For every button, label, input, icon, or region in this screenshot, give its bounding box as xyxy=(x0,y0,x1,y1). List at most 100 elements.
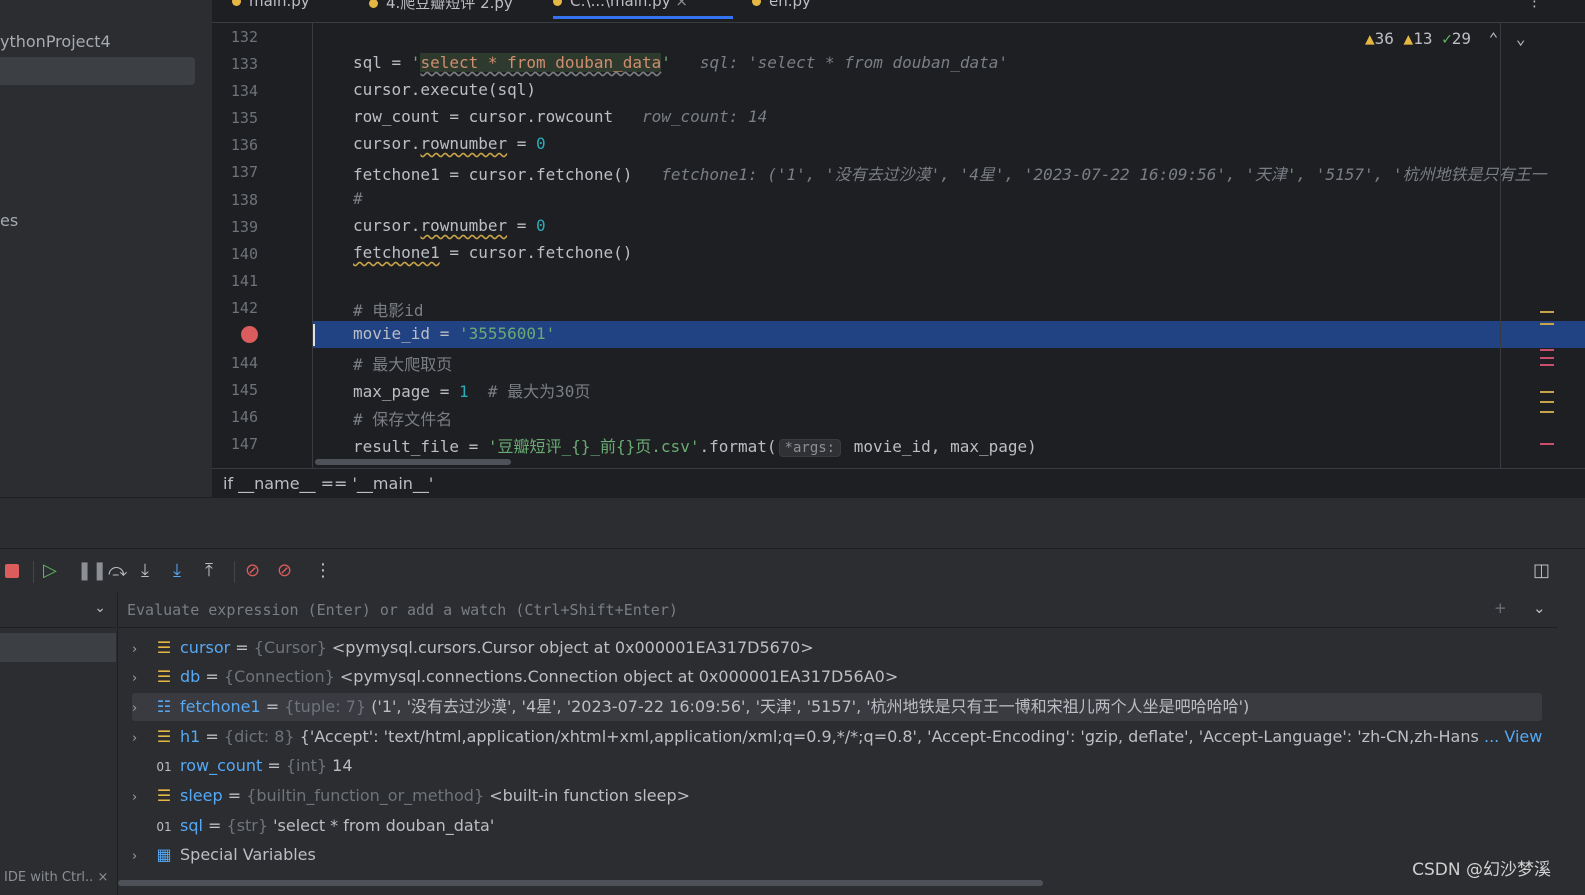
project-item[interactable]: es xyxy=(0,211,18,230)
error-stripe-mark[interactable] xyxy=(1540,443,1554,445)
line-number: 136 xyxy=(230,136,258,154)
variable-row-fetchone1[interactable]: › ☷ fetchone1 = {tuple: 7} ('1', '没有去过沙漠',… xyxy=(132,693,1542,721)
inline-value-hint: row_count: 14 xyxy=(642,107,768,126)
step-over-icon[interactable]: ⤼ xyxy=(108,561,127,581)
code-token: rownumber xyxy=(420,134,508,153)
variable-row-db[interactable]: › ☰ db = {Connection} <pymysql.connections… xyxy=(132,663,1542,691)
frames-footer-hint: IDE with Ctrl.. × xyxy=(4,870,108,885)
line-gutter[interactable]: 132 133 134 135 136 137 138 139 140 141 … xyxy=(212,23,312,468)
expand-icon[interactable]: › xyxy=(132,636,154,664)
breadcrumb-item[interactable]: if __name__ == '__main__' xyxy=(223,474,433,493)
code-token: movie_id, max_page) xyxy=(844,437,1037,456)
variable-row-sleep[interactable]: › ☰ sleep = {builtin_function_or_method} <… xyxy=(132,782,1542,810)
close-icon[interactable]: × xyxy=(97,870,108,885)
stop-icon[interactable] xyxy=(5,564,19,578)
line-number: 134 xyxy=(230,82,258,100)
variable-row-row-count[interactable]: 01 row_count = {int} 14 xyxy=(132,752,1542,780)
weak-warning-icon: ▲ xyxy=(1403,29,1414,48)
editor-horizontal-scrollbar[interactable] xyxy=(315,459,511,465)
number-icon: 01 xyxy=(156,760,172,774)
error-stripe-mark[interactable] xyxy=(1540,311,1554,313)
list-icon: ☷ xyxy=(156,697,172,716)
view-breakpoints-icon[interactable]: ⊘ xyxy=(245,561,260,581)
resume-icon[interactable]: ▷ xyxy=(43,561,57,581)
tab-main-py[interactable]: main.py xyxy=(232,0,310,16)
code-token: rownumber xyxy=(420,216,508,235)
code-line-143: movie_id = '35556001' xyxy=(353,324,555,343)
error-stripe-mark[interactable] xyxy=(1540,323,1554,325)
project-selected-item[interactable] xyxy=(0,57,195,85)
code-token: = cursor.fetchone() xyxy=(439,243,633,262)
frame-selected[interactable] xyxy=(0,633,116,662)
error-stripe-mark[interactable] xyxy=(1540,349,1554,351)
expand-icon[interactable]: › xyxy=(132,784,154,812)
breakpoint-icon[interactable] xyxy=(241,326,258,343)
code-editor[interactable]: 132 133 134 135 136 137 138 139 140 141 … xyxy=(212,23,1585,468)
right-margin-guide xyxy=(1500,23,1501,468)
expand-icon[interactable]: › xyxy=(132,725,154,751)
project-name[interactable]: ythonProject4 xyxy=(0,32,111,51)
object-icon: ☰ xyxy=(156,638,172,657)
inspection-widget[interactable]: ▲36 ▲13 ✓29 ⌃ ⌄ xyxy=(1365,29,1526,48)
python-file-icon xyxy=(752,0,761,6)
code-token: max_page = xyxy=(353,382,459,401)
variable-type: {str} xyxy=(226,816,269,835)
expand-icon[interactable]: › xyxy=(132,843,154,871)
prev-highlight-icon[interactable]: ⌃ xyxy=(1489,29,1499,48)
thread-selector[interactable]: ⌄ xyxy=(0,593,116,628)
ok-count: 29 xyxy=(1451,29,1471,48)
variable-row-h1[interactable]: › ☰ h1 = {dict: 8} {'Accept': 'text/html,a… xyxy=(132,723,1542,751)
pause-icon[interactable]: ❚❚ xyxy=(77,561,107,581)
variable-type: {Connection} xyxy=(223,667,335,686)
code-token: cursor. xyxy=(353,134,421,153)
object-icon: ☰ xyxy=(156,667,172,686)
code-token: 0 xyxy=(536,216,546,235)
code-line-137: fetchone1 = cursor.fetchone() fetchone1:… xyxy=(353,161,1547,185)
code-line-145: max_page = 1 # 最大为30页 xyxy=(353,378,590,402)
frames-footer-text: IDE with Ctrl.. xyxy=(4,870,94,885)
variable-value: {'Accept': 'text/html,application/xhtml+… xyxy=(299,727,1542,746)
chevron-down-icon[interactable]: ⌄ xyxy=(94,600,106,616)
variable-row-sql[interactable]: 01 sql = {str} 'select * from douban_data… xyxy=(132,812,1542,840)
code-token: sql = xyxy=(353,53,411,72)
tab-active-main-py[interactable]: C:\...\main.py × xyxy=(553,0,733,19)
step-into-my-code-icon[interactable]: ⤓ xyxy=(173,561,181,581)
error-stripe-mark[interactable] xyxy=(1540,411,1554,413)
mute-breakpoints-icon[interactable]: ⊘ xyxy=(277,561,292,581)
next-highlight-icon[interactable]: ⌄ xyxy=(1516,29,1526,48)
evaluate-expression-input[interactable] xyxy=(118,593,1487,627)
error-stripe-mark[interactable] xyxy=(1540,364,1554,366)
variable-value: <pymysql.cursors.Cursor object at 0x0000… xyxy=(331,638,814,657)
chevron-down-icon[interactable]: ⌄ xyxy=(1533,599,1546,617)
code-line-144: # 最大爬取页 xyxy=(353,355,453,374)
tab-label: 4.爬豆瓣短评 2.py xyxy=(386,0,513,12)
object-icon: ☰ xyxy=(156,786,172,805)
step-into-icon[interactable]: ⤓ xyxy=(141,561,149,581)
close-icon[interactable]: × xyxy=(675,0,688,10)
variable-type: {builtin_function_or_method} xyxy=(246,786,485,805)
breadcrumb[interactable]: if __name__ == '__main__' xyxy=(212,468,1585,498)
error-stripe-mark[interactable] xyxy=(1540,391,1554,393)
expand-icon[interactable]: › xyxy=(132,665,154,693)
more-actions-icon[interactable]: ⋮ xyxy=(314,561,332,581)
editor-tabs: main.py 4.爬豆瓣短评 2.py C:\...\main.py × en… xyxy=(212,0,1585,23)
code-token: '豆瓣短评_{}_前{}页.csv' xyxy=(487,437,700,456)
error-stripe-mark[interactable] xyxy=(1540,401,1554,403)
tab-douban-script[interactable]: 4.爬豆瓣短评 2.py xyxy=(369,0,513,16)
step-out-icon[interactable]: ⤒ xyxy=(205,561,213,581)
variables-horizontal-scrollbar[interactable] xyxy=(118,880,1043,886)
tab-en-py[interactable]: en.py xyxy=(752,0,811,16)
code-area[interactable]: sql = 'select * from douban_data' sql: '… xyxy=(312,23,1547,468)
line-number: 139 xyxy=(230,218,258,236)
error-stripe-mark[interactable] xyxy=(1540,357,1554,359)
more-tabs-icon[interactable]: ⋮ xyxy=(1527,0,1542,16)
add-watch-icon[interactable]: + xyxy=(1494,599,1507,617)
variable-name: row_count xyxy=(180,756,263,775)
variable-row-special[interactable]: › ▦ Special Variables xyxy=(132,841,1542,869)
view-link[interactable]: ... View xyxy=(1480,723,1543,751)
expand-icon[interactable]: › xyxy=(132,695,154,723)
variable-row-cursor[interactable]: › ☰ cursor = {Cursor} <pymysql.cursors.Cur… xyxy=(132,634,1542,662)
code-token: = xyxy=(507,134,537,153)
watermark: CSDN @幻沙梦溪 xyxy=(1412,860,1551,880)
layout-icon[interactable]: ◫ xyxy=(1533,561,1550,581)
